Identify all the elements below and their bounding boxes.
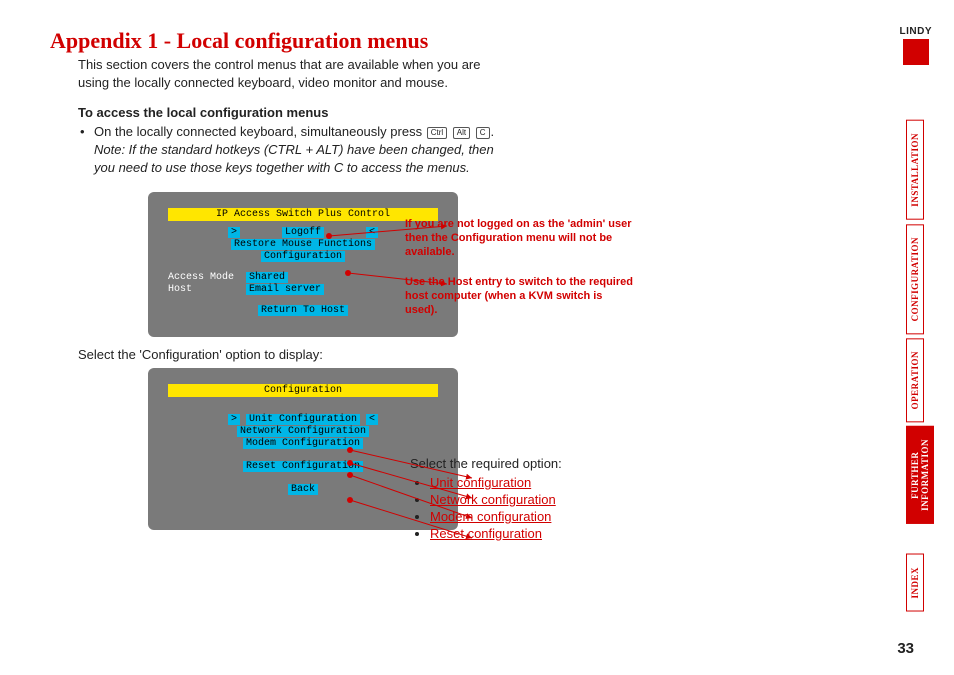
term1-access-value: Shared	[246, 272, 288, 283]
term2-modem: Modem Configuration	[243, 438, 363, 449]
access-bullet-text: On the locally connected keyboard, simul…	[94, 124, 426, 139]
term1-return: Return To Host	[258, 305, 348, 316]
options-list: Unit configuration Network configuration…	[430, 475, 562, 541]
link-reset-config[interactable]: Reset configuration	[430, 526, 542, 541]
term1-restore: Restore Mouse Functions	[231, 239, 375, 250]
term1-config: Configuration	[261, 251, 345, 262]
term1-access-row: Access Mode Shared	[168, 272, 438, 283]
key-alt: Alt	[453, 127, 470, 139]
term1-logoff-row: > Logoff <	[168, 227, 438, 238]
term2-title: Configuration	[168, 384, 438, 397]
tab-installation[interactable]: INSTALLATION	[906, 120, 924, 220]
access-heading: To access the local configuration menus	[78, 105, 830, 120]
options-label: Select the required option:	[410, 456, 562, 471]
access-bullet: On the locally connected keyboard, simul…	[94, 124, 830, 139]
term2-back: Back	[288, 484, 318, 495]
tab-configuration[interactable]: CONFIGURATION	[906, 224, 924, 334]
options-block: Select the required option: Unit configu…	[410, 456, 562, 543]
link-modem-config[interactable]: Modem configuration	[430, 509, 551, 524]
access-note: Note: If the standard hotkeys (CTRL + AL…	[94, 141, 514, 176]
term1-host-label: Host	[168, 284, 192, 295]
tab-index[interactable]: INDEX	[906, 554, 924, 612]
side-tabs: INSTALLATION CONFIGURATION OPERATION FUR…	[906, 120, 932, 616]
link-network-config[interactable]: Network configuration	[430, 492, 556, 507]
term2-reset: Reset Configuration	[243, 461, 363, 472]
brand-text: LINDY	[900, 26, 933, 37]
term1-logoff: Logoff	[282, 227, 324, 238]
page-number: 33	[897, 640, 914, 657]
page-title: Appendix 1 - Local configuration menus	[50, 28, 830, 54]
tab-further-information[interactable]: FURTHER INFORMATION	[906, 426, 934, 524]
intro-text: This section covers the control menus th…	[78, 56, 498, 91]
term1-host-row: Host Email server	[168, 284, 438, 295]
tab-operation[interactable]: OPERATION	[906, 338, 924, 422]
term1-title: IP Access Switch Plus Control	[168, 208, 438, 221]
key-ctrl: Ctrl	[427, 127, 447, 139]
term1-access-label: Access Mode	[168, 272, 234, 283]
callout-admin: If you are not logged on as the 'admin' …	[405, 218, 635, 259]
brand-logo: LINDY	[900, 26, 933, 65]
link-unit-config[interactable]: Unit configuration	[430, 475, 531, 490]
term2-unit-row: > Unit Configuration <	[168, 414, 438, 425]
term2-network: Network Configuration	[237, 426, 369, 437]
term2-unit: Unit Configuration	[246, 414, 360, 425]
term1-host-value: Email server	[246, 284, 324, 295]
page-content: Appendix 1 - Local configuration menus T…	[0, 0, 880, 530]
brand-square-icon	[903, 39, 929, 65]
key-c: C	[476, 127, 490, 139]
callout-host: Use the Host entry to switch to the requ…	[405, 276, 635, 317]
midtext: Select the 'Configuration' option to dis…	[78, 347, 830, 362]
